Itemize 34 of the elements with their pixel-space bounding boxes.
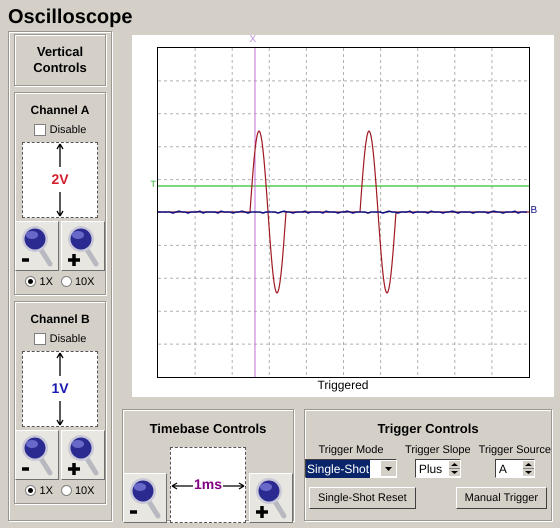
probe-radio[interactable]: 10X (60, 482, 95, 499)
zoom-in-button[interactable] (61, 220, 105, 270)
spinner-arrows-icon (448, 461, 460, 476)
trigger-slope-spinner[interactable]: Plus (414, 459, 461, 478)
trigger-button[interactable]: Single-Shot Reset (308, 487, 416, 509)
field-label: Trigger Mode (318, 442, 384, 458)
scale-value: 1V (51, 376, 69, 401)
panel-title: Trigger Controls (377, 420, 479, 438)
panel-title: Timebase Controls (150, 420, 266, 438)
channel-title: Channel A (30, 102, 90, 119)
trigger-mode-dropdown[interactable]: Single-Shot (305, 459, 398, 478)
panel-title: Vertical Controls (32, 44, 88, 76)
scale-value: 2V (51, 167, 69, 192)
field-label: Trigger Source (478, 442, 551, 458)
zoom-out-button[interactable] (15, 220, 59, 270)
probe-radio[interactable]: 1X (25, 274, 53, 290)
cursor-marker: X (250, 35, 256, 45)
disable-checkbox[interactable]: Disable (34, 122, 86, 138)
trigger-marker: T (150, 180, 156, 189)
channel-title: Channel B (30, 311, 90, 328)
window-title: Oscilloscope (8, 5, 134, 30)
zoom-out-button[interactable] (123, 472, 167, 522)
trigger-source-spinner[interactable]: A (494, 459, 535, 478)
field-label: Trigger Slope (405, 442, 471, 458)
trigger-button[interactable]: Manual Trigger (456, 487, 548, 509)
channel-marker: B (530, 206, 538, 216)
zoom-in-button[interactable] (61, 430, 105, 480)
zoom-in-button[interactable] (249, 472, 293, 522)
probe-radio[interactable]: 10X (60, 274, 95, 290)
trigger-status: Triggered (318, 379, 368, 391)
spinner-arrows-icon (522, 461, 534, 476)
zoom-out-button[interactable] (15, 430, 59, 480)
disable-checkbox[interactable]: Disable (34, 331, 86, 348)
probe-radio[interactable]: 1X (25, 482, 53, 499)
